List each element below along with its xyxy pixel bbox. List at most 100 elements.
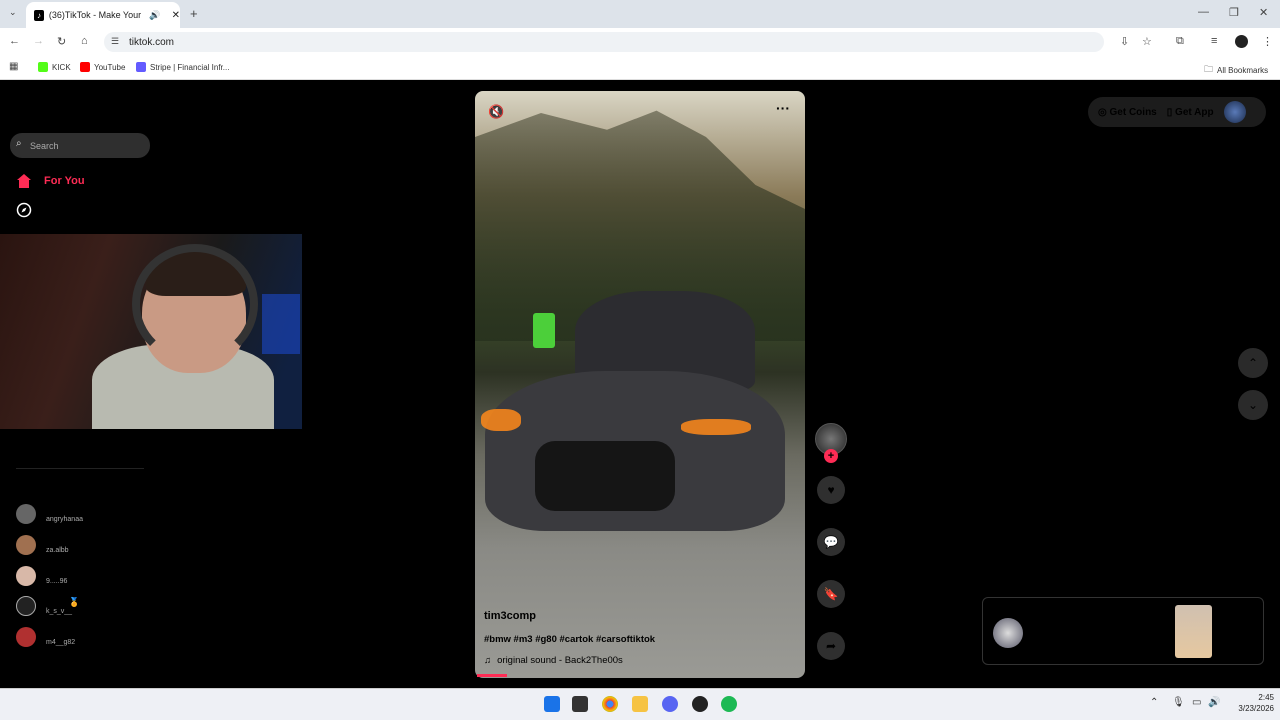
video-author[interactable]: tim3comp — [484, 610, 536, 622]
bookmark-kick[interactable]: KICK — [38, 62, 71, 72]
search-placeholder: Search — [30, 140, 59, 151]
sound-label: original sound - Back2The00s — [497, 655, 623, 666]
account-name: angryhanaa — [46, 505, 97, 516]
spotify-icon[interactable] — [721, 696, 737, 712]
folder-icon[interactable] — [632, 696, 648, 712]
clock-date: 3/23/2026 — [1238, 704, 1274, 713]
previous-video-button[interactable]: ⌃ — [1238, 348, 1268, 378]
discord-icon[interactable] — [662, 696, 678, 712]
mute-icon[interactable]: 🔇 — [488, 104, 504, 120]
divider — [16, 468, 144, 469]
nav-more[interactable]: ··· More — [16, 437, 71, 449]
account-handle: k_s_v__ — [46, 608, 73, 615]
tab-list-icon[interactable]: ⌄ — [9, 7, 17, 18]
microphone-icon[interactable]: 🎙 — [1172, 697, 1185, 708]
back-icon[interactable]: ← — [9, 35, 20, 47]
user-avatar[interactable] — [1223, 101, 1246, 123]
browser-menu-icon[interactable]: ⋮ — [1262, 35, 1273, 48]
comment-icon: 💬 — [823, 535, 839, 549]
apps-grid-icon[interactable]: ▦ — [9, 61, 18, 72]
app-icon[interactable] — [692, 696, 708, 712]
video-sound[interactable]: ♫ original sound - Back2The00s — [484, 655, 623, 666]
all-bookmarks-label: All Bookmarks — [1217, 65, 1269, 75]
tab-title: (36)TikTok - Make Your Day — [48, 10, 144, 20]
home-icon[interactable]: ⌂ — [81, 35, 88, 47]
nav-label: For You — [44, 175, 85, 187]
chrome-icon[interactable] — [602, 696, 618, 712]
notification-name: 04 — [1035, 612, 1047, 623]
tray-chevron-icon[interactable]: ⌃ — [1150, 697, 1158, 708]
video-more-icon[interactable]: ··· — [776, 100, 790, 116]
like-button[interactable]: ♥ — [817, 476, 845, 504]
avatar — [16, 627, 36, 647]
share-button[interactable]: ➦ — [817, 632, 845, 660]
bookmark-star-icon[interactable]: ☆ — [1142, 35, 1152, 48]
address-bar[interactable]: tiktok.com — [104, 32, 1104, 52]
profile-avatar[interactable] — [1235, 35, 1248, 48]
network-icon[interactable]: ▭ — [1192, 697, 1201, 708]
bookmark-stripe[interactable]: Stripe | Financial Infr... — [136, 62, 229, 72]
site-info-icon[interactable]: ☰ — [111, 36, 119, 47]
folder-icon: 🗀 — [1204, 64, 1214, 74]
list-icon: ☰ — [16, 661, 25, 671]
minimize-icon[interactable]: — — [1198, 6, 1209, 18]
nav-explore[interactable]: Explore — [16, 202, 84, 218]
tiktok-logo[interactable]: ♪ TikTok — [16, 99, 82, 120]
comment-button[interactable]: 💬 — [817, 528, 845, 556]
logo-text: TikTok — [29, 99, 83, 119]
next-video-button[interactable]: ⌄ — [1238, 390, 1268, 420]
window-close-icon[interactable]: ✕ — [1259, 6, 1268, 19]
video-headlight-left — [481, 409, 521, 431]
get-app-button[interactable]: ▯ Get App — [1167, 107, 1214, 118]
bookmark-label: KICK — [52, 62, 71, 72]
restore-icon[interactable]: ❐ — [1229, 6, 1239, 19]
taskbar-clock[interactable]: 2:45 3/23/2026 — [1226, 692, 1274, 714]
reload-icon[interactable]: ↻ — [57, 35, 66, 48]
file-icon[interactable] — [572, 696, 588, 712]
nav-for-you[interactable]: For You — [16, 173, 85, 189]
save-button[interactable]: 🔖 — [817, 580, 845, 608]
monitor-glow — [262, 294, 300, 354]
account-item[interactable]: angryhanaa angryhanaa — [16, 504, 97, 524]
browser-tab[interactable]: ♪ (36)TikTok - Make Your Day 🔊 ✕ — [26, 2, 180, 28]
search-input[interactable]: ⌕ Search — [10, 133, 150, 158]
video-green-bin — [533, 313, 555, 348]
comment-count: 163 — [824, 563, 838, 572]
account-item[interactable]: ZD za.albb — [16, 535, 69, 555]
share-icon: ➦ — [825, 639, 837, 653]
follow-plus-icon[interactable]: + — [824, 449, 838, 463]
share-count: 11.5K — [820, 667, 842, 676]
install-app-icon[interactable]: ⇩ — [1120, 35, 1129, 48]
stripe-icon — [136, 62, 146, 72]
account-name: m&m — [46, 628, 69, 639]
account-item[interactable]: K.V.S🏅USA k_s_v__ — [16, 596, 99, 616]
account-item[interactable]: nesti.sm1 9.....96 — [16, 566, 88, 586]
windows-start-icon[interactable] — [544, 696, 560, 712]
account-name: nesti.sm1 — [46, 567, 88, 578]
all-bookmarks[interactable]: 🗀 All Bookmarks — [1204, 62, 1268, 78]
view-all-link[interactable]: ☰ View all — [16, 661, 76, 672]
video-progress-bar[interactable] — [477, 674, 507, 677]
video-hashtags[interactable]: #bmw #m3 #g80 #cartok #carsoftiktok — [484, 634, 655, 645]
nav-label: More — [44, 437, 71, 449]
avatar — [16, 504, 36, 524]
notification-text: mentioned you in a comment: @BESAR — [1035, 627, 1163, 649]
music-note-icon: ♫ — [484, 655, 492, 666]
new-tab-icon[interactable]: + — [190, 6, 198, 21]
volume-icon[interactable]: 🔊 — [1208, 697, 1220, 708]
account-handle: 9.....96 — [46, 577, 68, 585]
media-control-icon[interactable]: ≡ — [1211, 35, 1217, 47]
video-player[interactable] — [475, 91, 805, 678]
bookmark-youtube[interactable]: YouTube — [80, 62, 125, 72]
account-name: ZD — [46, 536, 58, 547]
extensions-icon[interactable]: ⧉ — [1176, 35, 1184, 48]
account-item[interactable]: m&m m4__g82 — [16, 627, 75, 647]
forward-icon[interactable]: → — [33, 35, 44, 47]
tiktok-note-icon: ♪ — [16, 99, 25, 119]
speaker-icon[interactable]: 🔊 — [149, 10, 160, 21]
close-icon[interactable]: ✕ — [1234, 624, 1245, 640]
tab-close-icon[interactable]: ✕ — [172, 10, 180, 21]
account-handle: m4__g82 — [46, 638, 76, 646]
bookmarks-bar: ▦ KICK YouTube Stripe | Financial Infr..… — [0, 56, 1280, 80]
get-coins-button[interactable]: ◎ Get Coins — [1098, 107, 1157, 118]
